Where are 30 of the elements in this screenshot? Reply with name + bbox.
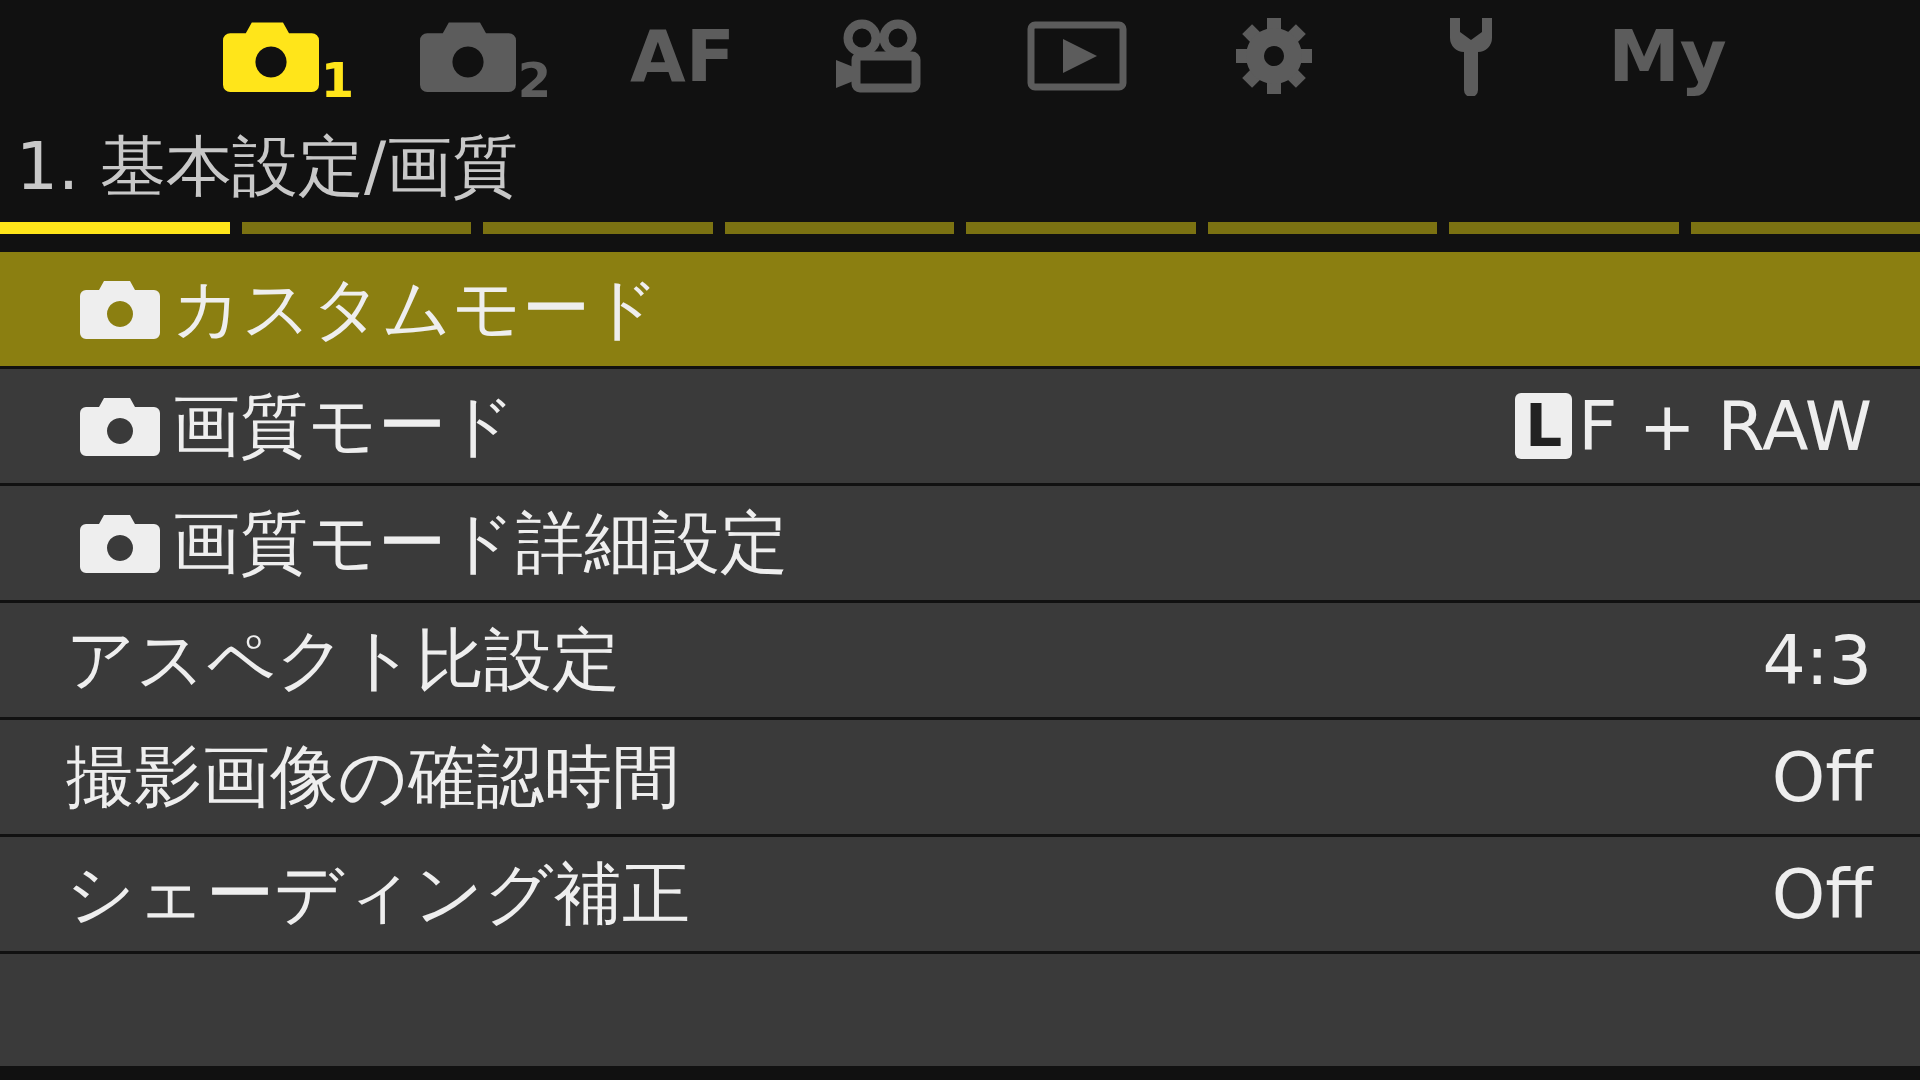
menu-row[interactable]: 画質モード L F + RAW [0, 369, 1920, 483]
menu-row[interactable]: シェーディング補正 Off [0, 837, 1920, 951]
row-value: Off [1771, 737, 1872, 817]
play-icon [1026, 21, 1127, 91]
page-title: 1. 基本設定/画質 [15, 127, 520, 207]
menu-row[interactable]: 画質モード詳細設定 [0, 486, 1920, 600]
tab-label: My [1608, 14, 1727, 98]
row-label: アスペクト比設定 [66, 618, 620, 701]
camera-icon [80, 396, 160, 456]
camera-icon [419, 20, 516, 92]
row-label: 画質モード [172, 384, 516, 467]
row-label: シェーディング補正 [66, 852, 690, 935]
row-value: F + RAW [1578, 386, 1872, 466]
settings-icon [1233, 16, 1314, 96]
menu-row[interactable]: アスペクト比設定 4:3 [0, 603, 1920, 717]
camera-icon [222, 20, 319, 92]
row-value: Off [1771, 854, 1872, 934]
menu-row[interactable]: カスタムモード [0, 252, 1920, 366]
tab-label: AF [630, 14, 735, 98]
row-label: 画質モード詳細設定 [172, 501, 788, 584]
camera-icon [80, 513, 160, 573]
size-badge: L [1515, 393, 1573, 459]
menu-tab[interactable]: 1 [190, 6, 387, 106]
menu-row[interactable]: 撮影画像の確認時間 Off [0, 720, 1920, 834]
row-label: 撮影画像の確認時間 [66, 735, 680, 818]
row-label: カスタムモード [172, 267, 660, 350]
tab-number: 2 [517, 56, 552, 104]
row-value: 4:3 [1762, 620, 1872, 700]
camera-icon [80, 279, 160, 339]
tab-number: 1 [320, 56, 355, 104]
